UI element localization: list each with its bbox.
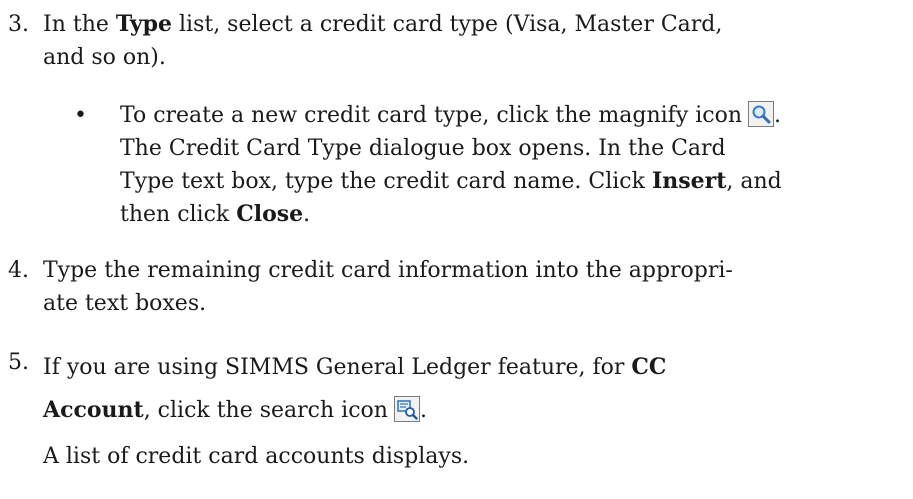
- step-4-line-2: ate text boxes.: [43, 291, 207, 316]
- cc-term: CC: [631, 354, 667, 380]
- step-number: 5.: [8, 350, 29, 375]
- search-icon: [393, 396, 420, 422]
- step-text: Type the remaining credit card informati…: [43, 254, 903, 320]
- type-term: Type: [115, 11, 172, 37]
- step-3-line-1: In the Type list, select a credit card t…: [43, 11, 723, 37]
- bullet-line-2: The Credit Card Type dialogue box opens.…: [120, 136, 726, 161]
- step-3-line-2: and so on).: [43, 45, 166, 70]
- result-text: A list of credit card accounts displays.: [43, 444, 470, 469]
- bullet-line-4: then click Close.: [120, 201, 311, 227]
- step-text: If you are using SIMMS General Ledger fe…: [43, 346, 903, 432]
- insert-term: Insert: [651, 168, 727, 194]
- account-term: Account: [43, 397, 144, 423]
- bullet-marker: •: [74, 103, 87, 128]
- step-5-line-1: If you are using SIMMS General Ledger fe…: [43, 354, 667, 380]
- step-5-line-2: Account, click the search icon.: [43, 396, 427, 423]
- bullet-line-3: Type text box, type the credit card name…: [120, 168, 782, 194]
- step-text: In the Type list, select a credit card t…: [43, 8, 903, 74]
- magnify-icon: [748, 101, 775, 127]
- step-number: 4.: [8, 258, 29, 283]
- step-number: 3.: [8, 12, 29, 37]
- bullet-text: To create a new credit card type, click …: [120, 99, 910, 231]
- step-4-line-1: Type the remaining credit card informati…: [43, 258, 733, 283]
- bullet-line-1: To create a new credit card type, click …: [120, 101, 782, 128]
- close-term: Close: [236, 201, 304, 227]
